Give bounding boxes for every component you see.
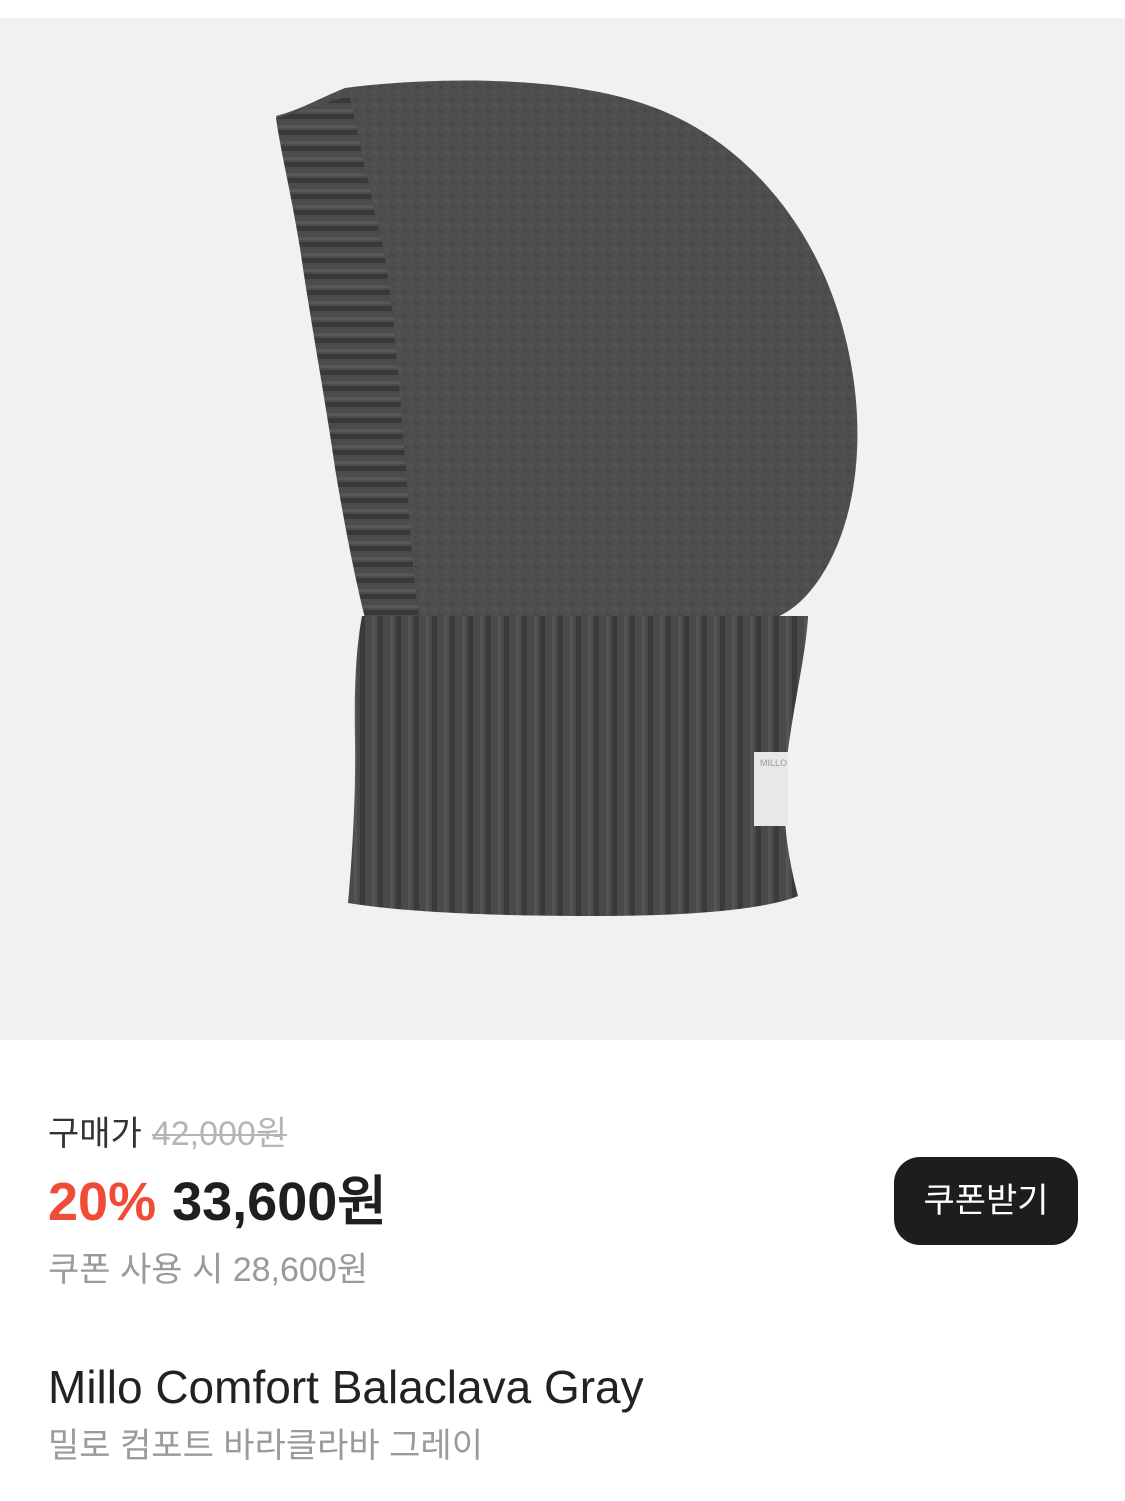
purchase-label: 구매가 xyxy=(48,1115,142,1153)
original-price: 42,000원 xyxy=(151,1115,288,1153)
sale-price-row: 20% 33,600원 xyxy=(48,1166,387,1238)
product-name-ko: 밀로 컴포트 바라클라바 그레이 xyxy=(48,1427,483,1465)
balaclava-image: MILLO xyxy=(276,80,858,916)
tag-text: MILLO xyxy=(760,758,787,768)
discount-rate: 20% xyxy=(48,1172,157,1232)
price-section: 구매가 42,000원 20% 33,600원 쿠폰 사용 시 28,600원 쿠폰… xyxy=(48,1110,1078,1300)
product-name-en: Millo Comfort Balaclava Gray xyxy=(48,1361,644,1413)
product-image[interactable]: MILLO xyxy=(0,18,1125,1040)
coupon-price: 쿠폰 사용 시 28,600원 xyxy=(48,1251,369,1289)
get-coupon-button[interactable]: 쿠폰받기 xyxy=(894,1157,1078,1245)
sale-price: 33,600원 xyxy=(172,1172,387,1232)
purchase-price-row: 구매가 42,000원 xyxy=(48,1110,287,1158)
